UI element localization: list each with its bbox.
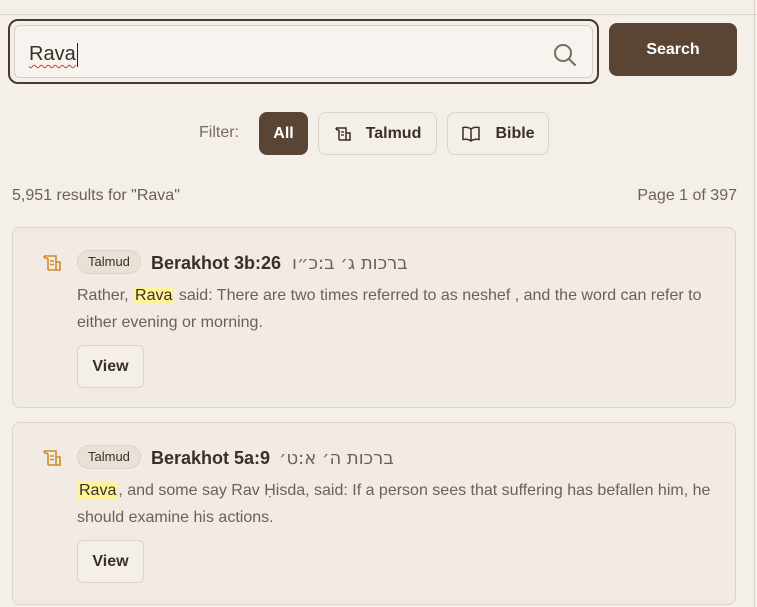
search-box[interactable]: Rava [8, 19, 599, 84]
result-card: Talmud Berakhot 3b:26 ברכות ג׳ ב:כ״ו Rat… [12, 227, 736, 408]
result-title[interactable]: Berakhot 3b:26 [151, 253, 281, 274]
search-input[interactable]: Rava [29, 43, 76, 66]
scroll-icon [43, 255, 61, 271]
filter-talmud-button[interactable]: Talmud [318, 112, 437, 155]
result-snippet: Rather, Rava said: There are two times r… [77, 282, 717, 336]
filter-label: Filter: [199, 124, 239, 141]
result-hebrew-title: ברכות ג׳ ב:כ״ו [292, 253, 408, 274]
search-button[interactable]: Search [609, 23, 737, 76]
result-snippet: Rava, and some say Rav Ḥisda, said: If a… [77, 477, 717, 531]
text-caret [77, 43, 78, 67]
filter-talmud-label: Talmud [365, 124, 422, 142]
search-highlight: Rava [133, 287, 175, 304]
filter-all-button[interactable]: All [259, 112, 308, 155]
scroll-icon [334, 126, 351, 141]
search-highlight: Rava [77, 482, 119, 499]
category-badge: Talmud [77, 445, 141, 469]
search-icon[interactable] [552, 42, 578, 68]
page-indicator: Page 1 of 397 [637, 187, 737, 204]
result-hebrew-title: ברכות ה׳ א:ט׳ [279, 448, 394, 469]
result-title[interactable]: Berakhot 5a:9 [151, 448, 270, 469]
snippet-text: Rather, [77, 287, 134, 304]
scroll-icon [43, 450, 61, 466]
category-badge: Talmud [77, 250, 141, 274]
filter-bible-button[interactable]: Bible [447, 112, 549, 155]
search-input-frame[interactable]: Rava [14, 25, 593, 78]
result-card: Talmud Berakhot 5a:9 ברכות ה׳ א:ט׳ Rava,… [12, 422, 736, 605]
view-button[interactable]: View [77, 345, 144, 388]
results-count: 5,951 results for "Rava" [12, 187, 180, 204]
snippet-text: , and some say Rav Ḥisda, said: If a per… [77, 482, 711, 526]
top-divider [0, 14, 757, 15]
view-button[interactable]: View [77, 540, 144, 583]
filter-all-label: All [273, 124, 294, 142]
filter-bible-label: Bible [495, 124, 535, 142]
scrollbar-edge [754, 0, 755, 607]
book-icon [462, 126, 481, 142]
